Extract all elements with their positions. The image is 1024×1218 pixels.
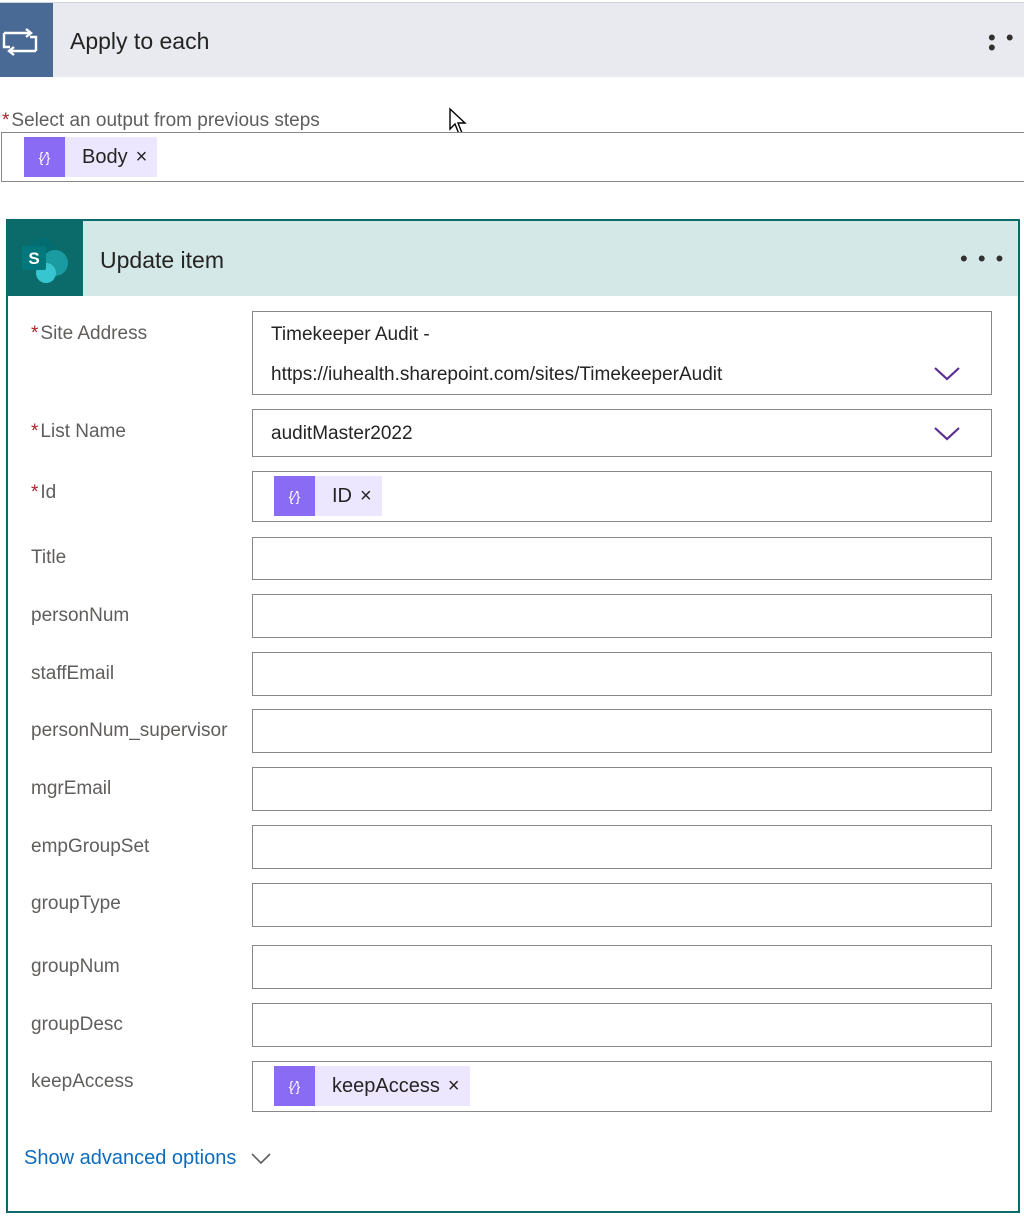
- grouptype-input[interactable]: [252, 883, 992, 927]
- site-address-line2: https://iuhealth.sharepoint.com/sites/Ti…: [271, 364, 723, 385]
- empgroupset-input[interactable]: [252, 825, 992, 869]
- select-output-field[interactable]: {⁄} Body ×: [1, 132, 1024, 182]
- loop-icon: [0, 3, 53, 77]
- chevron-down-icon[interactable]: [933, 366, 961, 382]
- remove-token-icon[interactable]: ×: [360, 485, 382, 508]
- personnum-supervisor-label: personNum_supervisor: [31, 720, 228, 741]
- token-label: Body: [82, 145, 128, 168]
- sharepoint-icon: S: [8, 221, 83, 296]
- list-name-dropdown[interactable]: auditMaster2022: [252, 409, 992, 457]
- chevron-down-icon: [251, 1152, 271, 1164]
- id-label-text: Id: [40, 482, 57, 503]
- personnum-input[interactable]: [252, 594, 992, 638]
- site-address-label: * Site Address: [31, 323, 147, 345]
- site-address-label-text: Site Address: [40, 323, 148, 344]
- update-item-title: Update item: [100, 247, 225, 273]
- id-field[interactable]: {⁄} ID ×: [252, 471, 992, 522]
- update-item-card: S Update item • • • * Site Address Timeke…: [6, 219, 1020, 1213]
- staffemail-input[interactable]: [252, 652, 992, 696]
- more-icon[interactable]: • • •: [988, 27, 1024, 59]
- staffemail-label: staffEmail: [31, 663, 115, 684]
- keepaccess-label: keepAccess: [31, 1071, 134, 1092]
- empgroupset-label: empGroupSet: [31, 836, 150, 857]
- select-output-text: Select an output from previous steps: [11, 110, 320, 131]
- update-item-header[interactable]: S Update item • • •: [8, 221, 1018, 296]
- site-address-line1: Timekeeper Audit -: [271, 324, 430, 345]
- expression-icon: {⁄}: [274, 1066, 315, 1106]
- title-input[interactable]: [252, 537, 992, 580]
- required-mark: *: [31, 482, 39, 503]
- groupdesc-input[interactable]: [252, 1003, 992, 1047]
- mgremail-input[interactable]: [252, 767, 992, 811]
- id-token[interactable]: {⁄} ID ×: [274, 476, 382, 516]
- groupnum-input[interactable]: [252, 945, 992, 989]
- expression-icon: {⁄}: [274, 476, 315, 516]
- required-mark: *: [31, 421, 39, 442]
- apply-to-each-title: Apply to each: [70, 28, 210, 54]
- grouptype-label: groupType: [31, 893, 121, 914]
- select-output-label: * Select an output from previous steps: [2, 110, 320, 132]
- list-name-label-text: List Name: [40, 421, 126, 442]
- remove-token-icon[interactable]: ×: [448, 1075, 470, 1098]
- show-advanced-options-text: Show advanced options: [24, 1147, 237, 1169]
- keepaccess-field[interactable]: {⁄} keepAccess ×: [252, 1061, 992, 1112]
- required-mark: *: [31, 323, 39, 344]
- title-label: Title: [31, 547, 67, 568]
- token-label: keepAccess: [332, 1074, 440, 1097]
- required-mark: *: [2, 110, 10, 131]
- more-icon[interactable]: • • •: [960, 248, 1005, 270]
- expression-icon: {⁄}: [24, 137, 65, 177]
- body-token[interactable]: {⁄} Body ×: [24, 137, 158, 177]
- remove-token-icon[interactable]: ×: [136, 146, 158, 169]
- groupdesc-label: groupDesc: [31, 1014, 123, 1035]
- mgremail-label: mgrEmail: [31, 778, 112, 799]
- token-label: ID: [332, 484, 352, 507]
- apply-to-each-header[interactable]: Apply to each • • •: [0, 2, 1024, 77]
- list-name-value: auditMaster2022: [271, 423, 413, 444]
- keepaccess-token[interactable]: {⁄} keepAccess ×: [274, 1066, 470, 1106]
- personnum-supervisor-input[interactable]: [252, 709, 992, 753]
- chevron-down-icon[interactable]: [933, 426, 961, 442]
- sharepoint-letter: S: [28, 249, 39, 268]
- groupnum-label: groupNum: [31, 956, 120, 977]
- show-advanced-options-link[interactable]: Show advanced options: [24, 1147, 272, 1170]
- personnum-label: personNum: [31, 605, 130, 626]
- site-address-dropdown[interactable]: Timekeeper Audit - https://iuhealth.shar…: [252, 311, 992, 395]
- id-label: * Id: [31, 482, 56, 504]
- list-name-label: * List Name: [31, 421, 126, 443]
